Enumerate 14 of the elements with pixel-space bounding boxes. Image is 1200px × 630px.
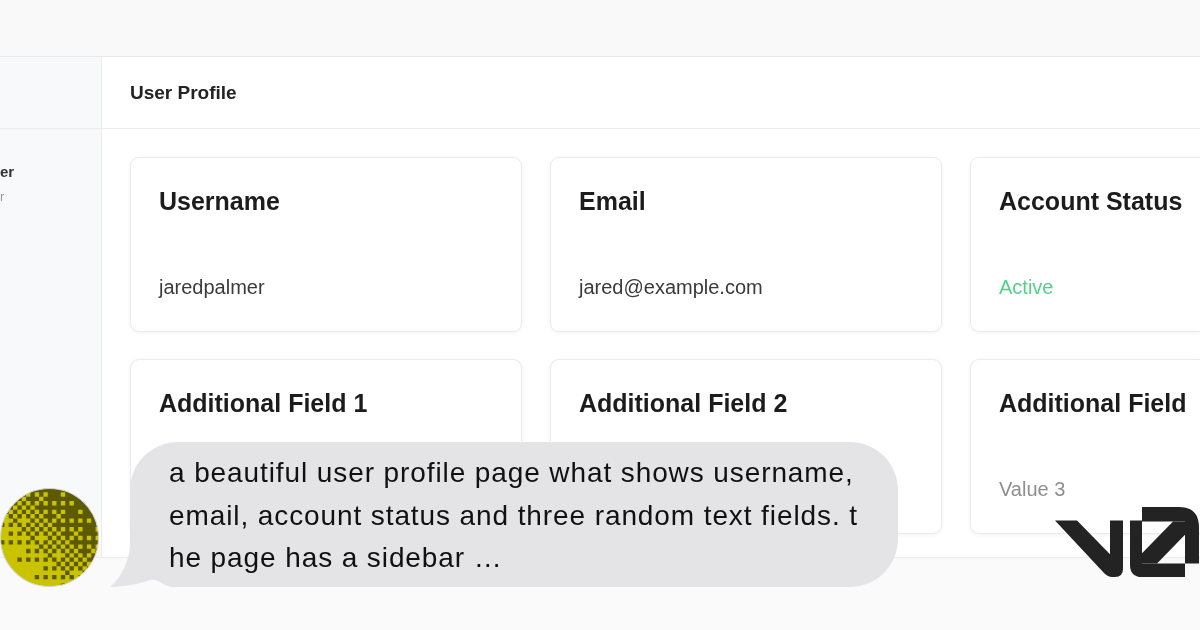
page-title: User Profile (130, 80, 237, 105)
card-value: jaredpalmer (159, 276, 265, 298)
sidebar-text: er (0, 162, 15, 182)
card-value: Value 3 (999, 478, 1066, 500)
sidebar-text: r (0, 188, 5, 206)
card-title: Additional Field 2 (579, 388, 788, 418)
card-title: Account Status (999, 186, 1183, 216)
prompt-text: a beautiful user profile page what shows username, email, account status and three random text fields. t he page has a sidebar … (169, 456, 858, 575)
card-value: jared@example.com (579, 276, 763, 298)
card-title: Username (159, 186, 280, 216)
card-title: Email (579, 186, 646, 216)
card-title: Additional Field 1 (159, 388, 368, 418)
card-title: Additional Field (999, 388, 1187, 418)
card-value: Active (999, 276, 1054, 298)
